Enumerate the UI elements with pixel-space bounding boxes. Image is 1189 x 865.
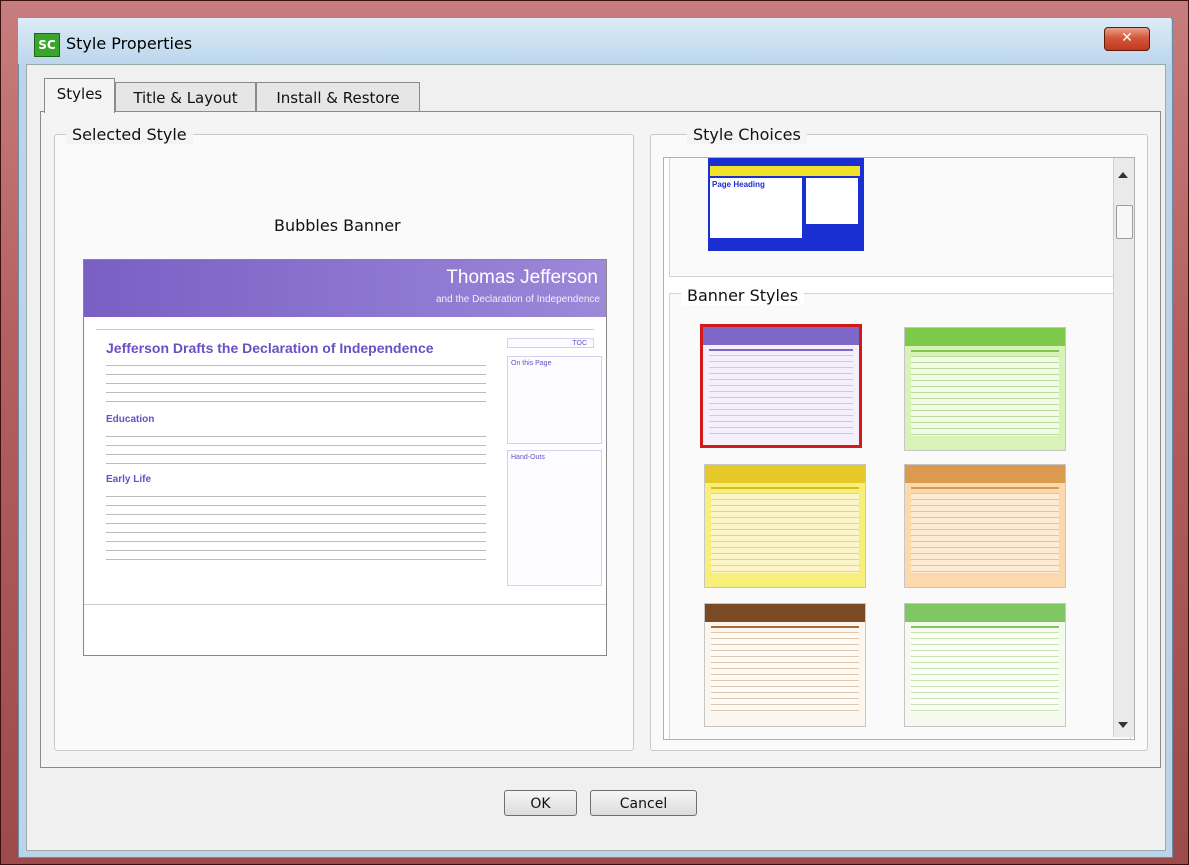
- preview-sidebar-page: On this Page: [507, 356, 602, 444]
- banner-styles-label: Banner Styles: [681, 286, 805, 305]
- preview-heading: Jefferson Drafts the Declaration of Inde…: [106, 340, 434, 356]
- selected-style-name: Bubbles Banner: [274, 216, 401, 235]
- thumbnail-heading: Page Heading: [712, 180, 765, 189]
- preview-footer-rule: [84, 604, 606, 606]
- style-category-previous: Page Heading: [669, 158, 1131, 277]
- style-thumbnail-purple[interactable]: [700, 324, 862, 448]
- style-preview: Thomas Jefferson and the Declaration of …: [83, 259, 607, 656]
- preview-banner-subtitle: and the Declaration of Independence: [435, 294, 600, 305]
- scroll-down-icon[interactable]: [1118, 722, 1128, 728]
- preview-paragraph: [106, 365, 486, 405]
- preview-section-early-life: Early Life: [106, 474, 152, 485]
- style-choices-label: Style Choices: [687, 125, 807, 144]
- preview-sidebar-title: On this Page: [511, 360, 552, 367]
- ok-button[interactable]: OK: [504, 790, 577, 816]
- style-thumbnail-yellow[interactable]: [704, 464, 866, 588]
- tab-styles[interactable]: Styles: [44, 78, 115, 113]
- style-thumbnail-lightgreen[interactable]: [904, 603, 1066, 727]
- app-icon: SC: [34, 33, 60, 57]
- style-thumbnail-brown[interactable]: [704, 603, 866, 727]
- preview-sidebar-title: Hand-Outs: [511, 454, 545, 461]
- preview-banner: Thomas Jefferson and the Declaration of …: [84, 260, 606, 317]
- preview-paragraph: [106, 436, 486, 466]
- scrollbar-thumb[interactable]: [1116, 205, 1133, 239]
- cancel-button[interactable]: Cancel: [590, 790, 697, 816]
- preview-banner-title: Thomas Jefferson: [446, 267, 598, 288]
- preview-paragraph: [106, 496, 486, 560]
- window-title: Style Properties: [66, 34, 193, 53]
- tab-title-layout[interactable]: Title & Layout: [115, 82, 256, 112]
- style-thumbnail-green[interactable]: [904, 327, 1066, 451]
- style-thumbnail-blue-yellow[interactable]: Page Heading: [708, 158, 864, 251]
- close-button[interactable]: ✕: [1104, 27, 1150, 51]
- preview-toc: TOC: [507, 338, 594, 348]
- style-choices-scrollbar[interactable]: [1113, 158, 1134, 737]
- preview-sidebar-handouts: Hand-Outs: [507, 450, 602, 586]
- style-thumbnail-orange[interactable]: [904, 464, 1066, 588]
- style-choices-list[interactable]: Page Heading Banner Styles: [663, 157, 1135, 740]
- close-icon: ✕: [1121, 30, 1133, 46]
- preview-nav: [96, 317, 594, 330]
- tab-install-restore[interactable]: Install & Restore: [256, 82, 420, 112]
- selected-style-label: Selected Style: [66, 125, 193, 144]
- scroll-up-icon[interactable]: [1118, 172, 1128, 178]
- preview-section-education: Education: [106, 414, 155, 425]
